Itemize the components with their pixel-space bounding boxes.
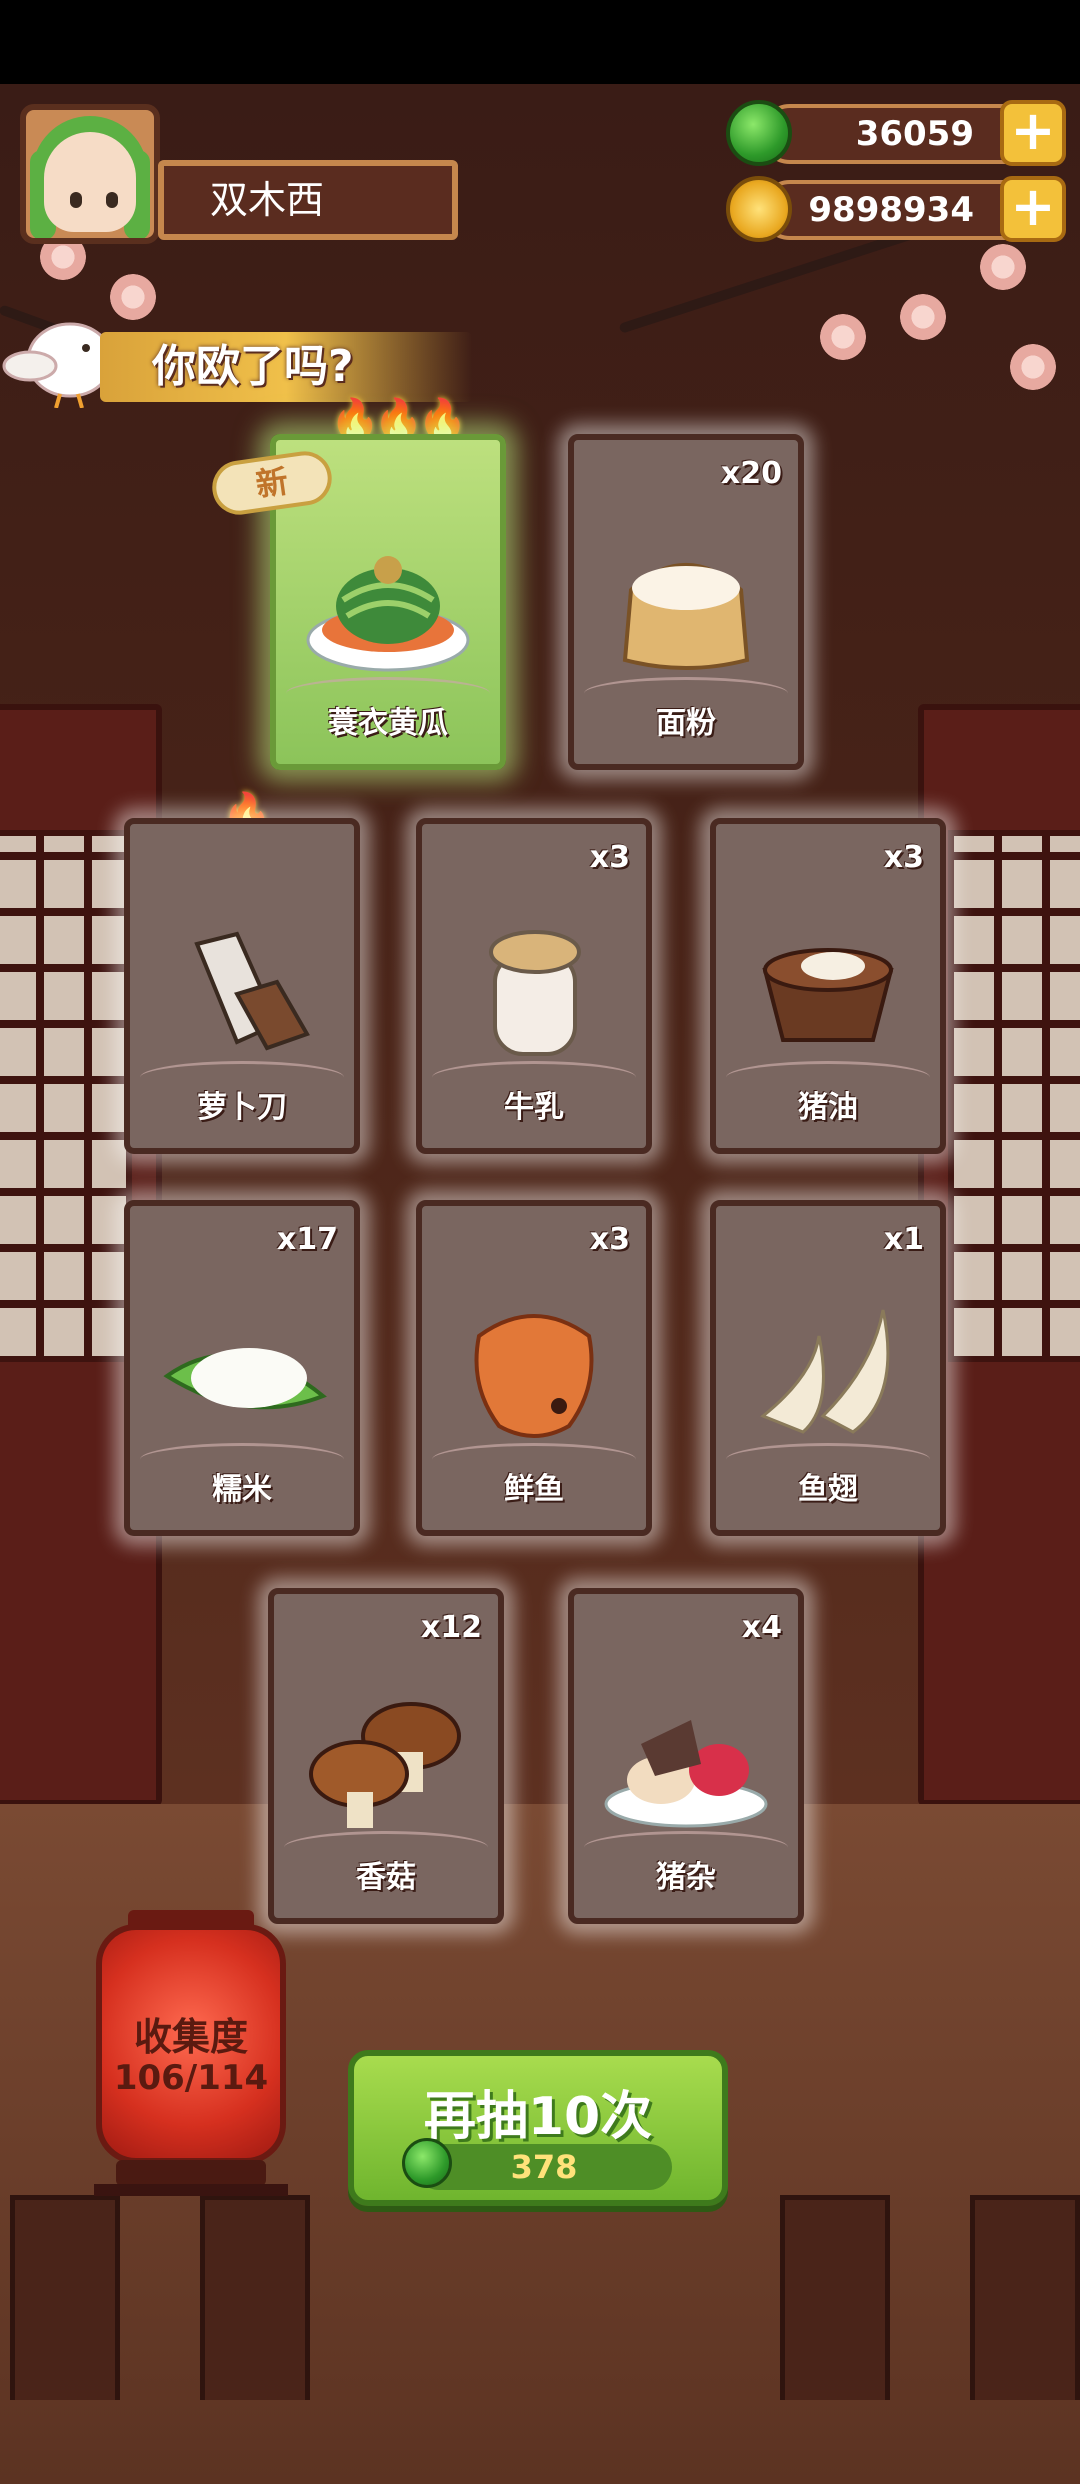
fish-icon (474, 1314, 594, 1438)
draw-cost: 378 (402, 2138, 672, 2190)
pork-offal-icon (604, 1720, 768, 1828)
collection-progress: 106/114 (113, 2058, 269, 2098)
sticky-rice-icon (163, 1348, 327, 1410)
card-name: 猪杂 (656, 1860, 716, 1895)
collection-label: 收集度 (133, 2015, 248, 2059)
card-count: x20 (720, 456, 782, 491)
avatar-face (44, 132, 136, 232)
luck-banner: 你欧了吗? (100, 332, 472, 402)
card-name: 香菇 (356, 1860, 416, 1895)
fence-post (970, 2195, 1080, 2400)
ingredient-card[interactable]: x12 香菇 (268, 1588, 504, 1924)
ingredient-card[interactable]: x17 糯米 (124, 1200, 360, 1536)
status-bar (0, 0, 1080, 84)
flour-sack-icon (622, 563, 750, 670)
fence-post (10, 2195, 120, 2400)
card-name: 萝卜刀 (197, 1090, 287, 1125)
card-count: x3 (589, 840, 630, 875)
card-count: x12 (420, 1610, 482, 1645)
ingredient-card[interactable]: x4 猪杂 (568, 1588, 804, 1924)
ingredient-card[interactable]: x3 猪油 (710, 818, 946, 1154)
fence-post (780, 2195, 890, 2400)
jade-icon (726, 100, 792, 166)
ingredient-card[interactable]: 萝卜刀 (124, 818, 360, 1154)
card-name: 牛乳 (504, 1090, 564, 1125)
player-name: 双木西 (158, 160, 458, 240)
cucumber-dish-icon (306, 556, 470, 672)
ingredient-card[interactable]: x3 牛乳 (416, 818, 652, 1154)
card-count: x3 (883, 840, 924, 875)
ingredient-card[interactable]: x1 鱼翅 (710, 1200, 946, 1536)
card-name: 面粉 (656, 706, 716, 741)
coin-icon (726, 176, 792, 242)
milk-jar-icon (489, 930, 581, 1056)
add-jade-button[interactable]: + (1000, 100, 1066, 166)
shark-fin-icon (760, 1309, 890, 1434)
card-name: 鱼翅 (798, 1472, 858, 1507)
lantern-base (116, 2160, 266, 2186)
card-name: 糯米 (212, 1472, 272, 1507)
draw-cost-value: 378 (510, 2148, 578, 2186)
card-count: x4 (741, 1610, 782, 1645)
card-name: 蓑衣黄瓜 (328, 706, 448, 741)
ingredient-card[interactable]: x20 面粉 (568, 434, 804, 770)
player-avatar[interactable] (20, 104, 160, 244)
draw-again-button[interactable]: 再抽10次 378 (348, 2050, 728, 2206)
radish-knife-icon (194, 931, 310, 1051)
card-count: x17 (276, 1222, 338, 1257)
mushroom-icon (309, 1702, 461, 1828)
fence-post (200, 2195, 310, 2400)
draw-button-label: 再抽10次 (423, 2087, 653, 2147)
card-name: 猪油 (798, 1090, 858, 1125)
ingredient-card[interactable]: x3 鲜鱼 (416, 1200, 652, 1536)
lantern-stand (94, 2184, 288, 2196)
card-count: x1 (883, 1222, 924, 1257)
card-name: 鲜鱼 (504, 1472, 564, 1507)
card-count: x3 (589, 1222, 630, 1257)
add-coins-button[interactable]: + (1000, 176, 1066, 242)
lard-bowl-icon (762, 948, 894, 1042)
